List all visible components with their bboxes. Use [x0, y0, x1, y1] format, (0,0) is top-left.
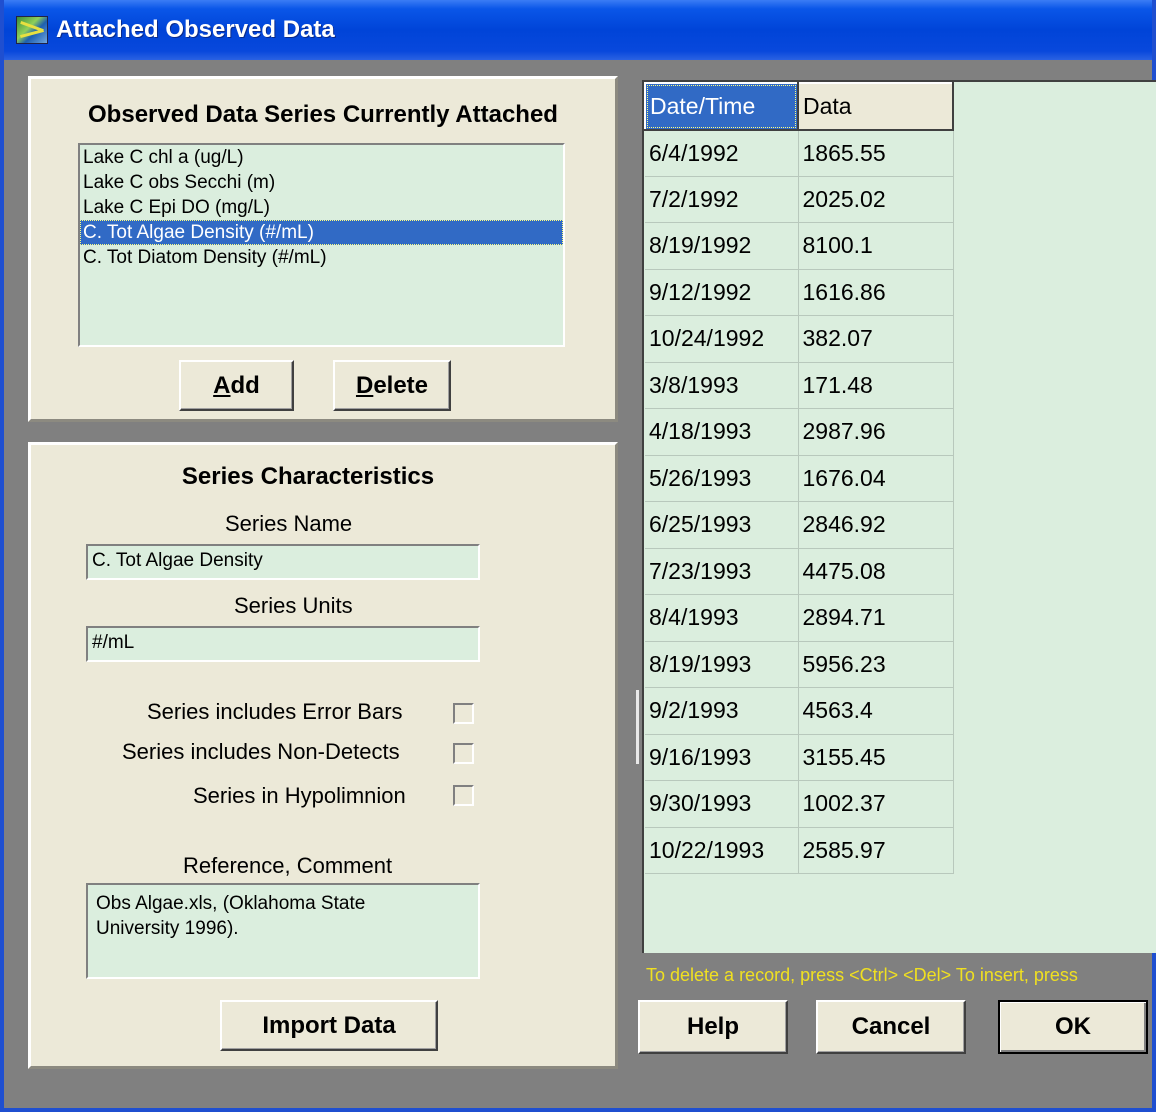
value-cell[interactable]: 4475.08 [798, 548, 954, 595]
value-cell[interactable]: 2585.97 [798, 827, 954, 874]
delete-label: elete [373, 371, 429, 399]
value-cell[interactable]: 171.48 [798, 362, 954, 409]
grid-header-row: Date/Time Data [644, 82, 954, 131]
delete-accel: D [355, 371, 374, 399]
non-detects-label: Series includes Non-Detects [122, 739, 400, 764]
value-cell[interactable]: 5956.23 [798, 641, 954, 688]
data-grid[interactable]: Date/Time Data 6/4/1992 1865.55 7/2/1992 20… [642, 80, 1156, 953]
date-cell[interactable]: 6/4/1992 [645, 129, 799, 177]
value-cell[interactable]: 8100.1 [798, 222, 954, 270]
value-cell[interactable]: 2894.71 [798, 594, 954, 642]
date-cell[interactable]: 10/24/1992 [645, 315, 799, 363]
attached-series-panel: Observed Data Series Currently Attached … [28, 76, 618, 422]
date-cell[interactable]: 9/12/1992 [645, 269, 799, 316]
series-name-field[interactable]: C. Tot Algae Density [86, 544, 480, 580]
table-row: 9/30/1993 1002.37 [645, 780, 954, 828]
hypolimnion-checkbox[interactable] [453, 785, 474, 806]
header-data[interactable]: Data [797, 82, 954, 131]
series-units-field[interactable]: #/mL [86, 626, 480, 662]
table-row: 6/4/1992 1865.55 [645, 129, 954, 177]
value-cell[interactable]: 1002.37 [798, 780, 954, 828]
date-cell[interactable]: 8/19/1993 [645, 641, 799, 688]
value-cell[interactable]: 3155.45 [798, 734, 954, 781]
splitter-handle[interactable] [636, 690, 639, 764]
table-row: 10/24/1992 382.07 [645, 315, 954, 363]
series-units-label: Series Units [234, 593, 353, 618]
attached-series-list[interactable]: Lake C chl a (ug/L) Lake C obs Secchi (m)… [78, 143, 565, 347]
delete-button[interactable]: Delete [333, 360, 451, 411]
series-list-item[interactable]: Lake C chl a (ug/L) [80, 145, 563, 170]
value-cell[interactable]: 1676.04 [798, 455, 954, 502]
hypolimnion-label: Series in Hypolimnion [193, 783, 406, 808]
header-date-time[interactable]: Date/Time [644, 82, 799, 131]
date-cell[interactable]: 7/23/1993 [645, 548, 799, 595]
series-list-item[interactable]: C. Tot Diatom Density (#/mL) [80, 245, 563, 270]
table-row: 9/2/1993 4563.4 [645, 687, 954, 735]
add-accel: A [213, 371, 231, 399]
value-cell[interactable]: 1865.55 [798, 129, 954, 177]
value-cell[interactable]: 2846.92 [798, 501, 954, 549]
series-list-item[interactable]: C. Tot Algae Density (#/mL) [80, 220, 563, 245]
cancel-button[interactable]: Cancel [816, 1000, 966, 1054]
error-bars-checkbox[interactable] [453, 703, 474, 724]
date-cell[interactable]: 9/30/1993 [645, 780, 799, 828]
value-cell[interactable]: 2025.02 [798, 176, 954, 223]
date-cell[interactable]: 4/18/1993 [645, 408, 799, 456]
add-label: dd [230, 371, 260, 399]
table-row: 3/8/1993 171.48 [645, 362, 954, 409]
date-cell[interactable]: 8/19/1992 [645, 222, 799, 270]
table-row: 7/23/1993 4475.08 [645, 548, 954, 595]
series-list-item[interactable]: Lake C obs Secchi (m) [80, 170, 563, 195]
series-list-item[interactable]: Lake C Epi DO (mg/L) [80, 195, 563, 220]
table-row: 9/16/1993 3155.45 [645, 734, 954, 781]
characteristics-heading: Series Characteristics [181, 463, 435, 490]
date-cell[interactable]: 9/2/1993 [645, 687, 799, 735]
value-cell[interactable]: 4563.4 [798, 687, 954, 735]
attached-series-heading: Observed Data Series Currently Attached [88, 101, 558, 128]
series-name-label: Series Name [225, 511, 353, 536]
non-detects-checkbox[interactable] [453, 743, 474, 764]
table-row: 5/26/1993 1676.04 [645, 455, 954, 502]
table-row: 6/25/1993 2846.92 [645, 501, 954, 549]
ok-button[interactable]: OK [998, 1000, 1148, 1054]
app-chart-icon [16, 16, 48, 44]
title-bar[interactable]: Attached Observed Data [4, 0, 1152, 60]
dialog-window: Attached Observed Data Observed Data Ser… [0, 0, 1156, 1112]
reference-comment-field[interactable]: Obs Algae.xls, (Oklahoma State Universit… [86, 883, 480, 979]
value-cell[interactable]: 2987.96 [798, 408, 954, 456]
date-cell[interactable]: 6/25/1993 [645, 501, 799, 549]
date-cell[interactable]: 7/2/1992 [645, 176, 799, 223]
value-cell[interactable]: 1616.86 [798, 269, 954, 316]
date-cell[interactable]: 5/26/1993 [645, 455, 799, 502]
date-cell[interactable]: 10/22/1993 [645, 827, 799, 874]
table-row: 7/2/1992 2025.02 [645, 176, 954, 223]
add-button[interactable]: Add [179, 360, 294, 411]
value-cell[interactable]: 382.07 [798, 315, 954, 363]
table-row: 10/22/1993 2585.97 [645, 827, 954, 874]
table-row: 4/18/1993 2987.96 [645, 408, 954, 456]
date-cell[interactable]: 8/4/1993 [645, 594, 799, 642]
table-row: 8/19/1992 8100.1 [645, 222, 954, 270]
error-bars-label: Series includes Error Bars [147, 699, 403, 724]
date-cell[interactable]: 9/16/1993 [645, 734, 799, 781]
reference-label: Reference, Comment [183, 853, 393, 878]
table-row: 8/19/1993 5956.23 [645, 641, 954, 688]
help-button[interactable]: Help [638, 1000, 788, 1054]
keyboard-hint: To delete a record, press <Ctrl> <Del> T… [646, 965, 1078, 985]
table-row: 9/12/1992 1616.86 [645, 269, 954, 316]
table-row: 8/4/1993 2894.71 [645, 594, 954, 642]
date-cell[interactable]: 3/8/1993 [645, 362, 799, 409]
window-title: Attached Observed Data [56, 16, 335, 43]
series-characteristics-panel: Series Characteristics Series Name C. To… [28, 442, 618, 1069]
data-table: Date/Time Data 6/4/1992 1865.55 7/2/1992 20… [644, 82, 954, 874]
import-data-button[interactable]: Import Data [220, 1000, 438, 1051]
